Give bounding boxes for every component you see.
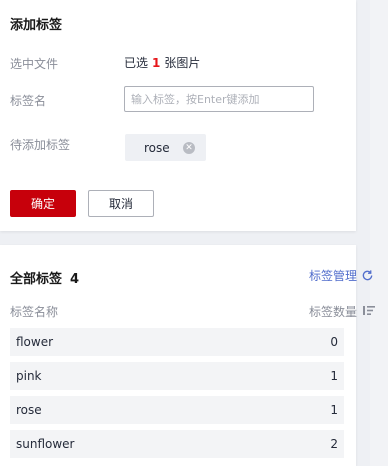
- tag-name-cell: sunflower: [16, 437, 75, 451]
- selected-suffix: 张图片: [164, 56, 201, 70]
- tag-name-cell: pink: [16, 369, 42, 383]
- selected-files-label: 选中文件: [10, 57, 59, 71]
- add-tag-panel: 添加标签 选中文件 已选1张图片 标签名 待添加标签 rose ✕ 确定 取消: [0, 0, 356, 231]
- column-header-count: 标签数量: [309, 303, 375, 320]
- tag-name-input[interactable]: [124, 86, 314, 112]
- tag-count-cell: 1: [330, 403, 338, 417]
- table-row[interactable]: flower 0: [10, 328, 344, 356]
- selected-count: 1: [152, 56, 161, 70]
- sort-icon[interactable]: [363, 305, 375, 316]
- tag-name-label: 标签名: [10, 94, 47, 108]
- all-tags-header: 全部标签 4: [10, 268, 79, 287]
- tag-manage-label: 标签管理: [308, 269, 357, 283]
- tag-manage-link[interactable]: 标签管理: [309, 267, 374, 284]
- refresh-icon: [362, 270, 373, 281]
- pending-tag-text: rose: [144, 140, 170, 155]
- close-circle-icon[interactable]: ✕: [183, 142, 195, 154]
- table-row[interactable]: sunflower 2: [10, 430, 344, 458]
- tag-count-cell: 2: [330, 437, 338, 451]
- confirm-button[interactable]: 确定: [10, 190, 76, 217]
- cancel-button[interactable]: 取消: [88, 190, 154, 217]
- add-tag-title: 添加标签: [10, 18, 63, 33]
- scrollbar-track[interactable]: [370, 0, 388, 466]
- tag-name-cell: rose: [16, 403, 42, 417]
- pending-tags-label: 待添加标签: [10, 138, 71, 152]
- all-tags-count: 4: [70, 272, 80, 287]
- tag-name-cell: flower: [16, 335, 54, 349]
- pending-tag-chip: rose ✕: [125, 134, 206, 161]
- selected-files-value: 已选 1 张图片: [124, 54, 200, 71]
- column-header-count-label: 标签数量: [308, 305, 357, 319]
- tag-count-cell: 1: [330, 369, 338, 383]
- table-row[interactable]: rose 1: [10, 396, 344, 424]
- all-tags-title: 全部标签: [10, 272, 63, 287]
- column-header-name: 标签名称: [10, 305, 59, 319]
- table-row[interactable]: pink 1: [10, 362, 344, 390]
- tag-count-cell: 0: [330, 335, 338, 349]
- selected-prefix: 已选: [124, 56, 149, 70]
